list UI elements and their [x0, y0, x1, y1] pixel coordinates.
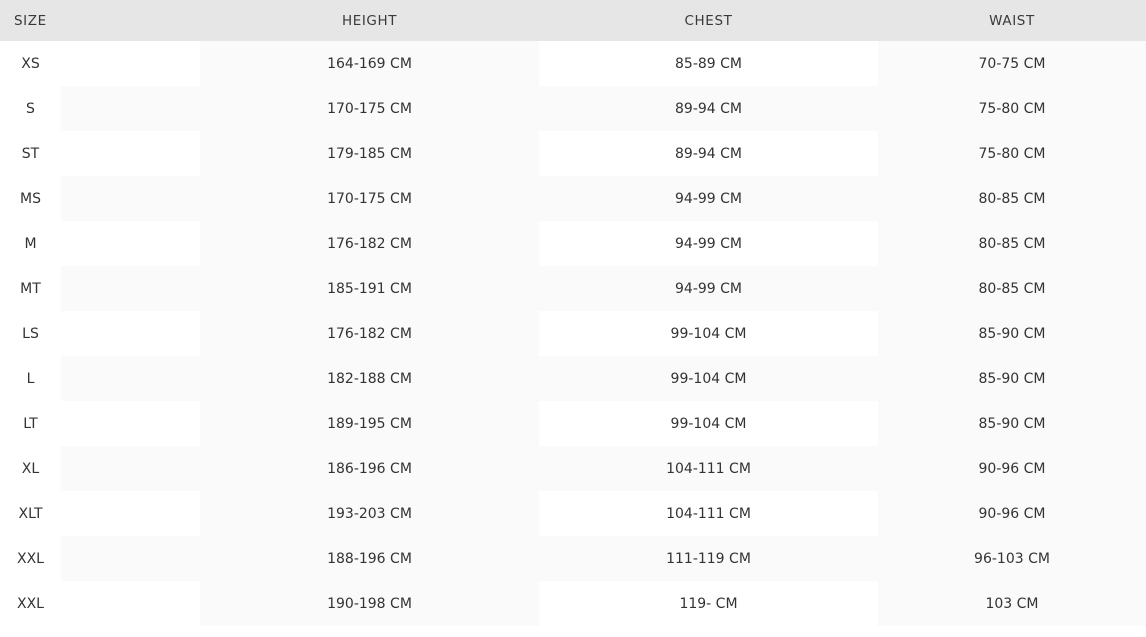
- cell-spacer: [61, 266, 200, 311]
- cell-size: LT: [0, 401, 61, 446]
- header-waist: WAIST: [989, 12, 1035, 29]
- cell-height: 170-175 CM: [200, 86, 539, 131]
- cell-waist: 80-85 CM: [878, 221, 1146, 266]
- cell-size: XLT: [0, 491, 61, 536]
- cell-size: S: [0, 86, 61, 131]
- header-height: HEIGHT: [341, 12, 398, 29]
- cell-spacer: [61, 581, 200, 626]
- table-row: XXL 190-198 CM 119- CM 103 CM: [0, 581, 1146, 626]
- table-row: ST 179-185 CM 89-94 CM 75-80 CM: [0, 131, 1146, 176]
- cell-height: 179-185 CM: [200, 131, 539, 176]
- table-row: XXL 188-196 CM 111-119 CM 96-103 CM: [0, 536, 1146, 581]
- cell-height: 182-188 CM: [200, 356, 539, 401]
- cell-waist: 70-75 CM: [878, 41, 1146, 86]
- cell-height: 176-182 CM: [200, 311, 539, 356]
- cell-height: 189-195 CM: [200, 401, 539, 446]
- cell-height: 176-182 CM: [200, 221, 539, 266]
- table-row: MT 185-191 CM 94-99 CM 80-85 CM: [0, 266, 1146, 311]
- cell-spacer: [61, 536, 200, 581]
- cell-size: XS: [0, 41, 61, 86]
- table-body: XS 164-169 CM 85-89 CM 70-75 CM S 170-175 CM 8…: [0, 41, 1146, 626]
- cell-height: 185-191 CM: [200, 266, 539, 311]
- table-row: L 182-188 CM 99-104 CM 85-90 CM: [0, 356, 1146, 401]
- cell-waist: 96-103 CM: [878, 536, 1146, 581]
- cell-chest: 104-111 CM: [539, 491, 878, 536]
- cell-size: MT: [0, 266, 61, 311]
- table-row: XL 186-196 CM 104-111 CM 90-96 CM: [0, 446, 1146, 491]
- table-row: LT 189-195 CM 99-104 CM 85-90 CM: [0, 401, 1146, 446]
- cell-height: 190-198 CM: [200, 581, 539, 626]
- cell-waist: 75-80 CM: [878, 131, 1146, 176]
- cell-height: 186-196 CM: [200, 446, 539, 491]
- cell-size: M: [0, 221, 61, 266]
- cell-chest: 99-104 CM: [539, 356, 878, 401]
- cell-waist: 90-96 CM: [878, 446, 1146, 491]
- table-row: XS 164-169 CM 85-89 CM 70-75 CM: [0, 41, 1146, 86]
- cell-waist: 80-85 CM: [878, 176, 1146, 221]
- cell-height: 170-175 CM: [200, 176, 539, 221]
- cell-chest: 119- CM: [539, 581, 878, 626]
- cell-spacer: [61, 491, 200, 536]
- table-row: MS 170-175 CM 94-99 CM 80-85 CM: [0, 176, 1146, 221]
- header-size: SIZE: [14, 12, 47, 29]
- cell-waist: 80-85 CM: [878, 266, 1146, 311]
- cell-size: XXL: [0, 536, 61, 581]
- cell-chest: 94-99 CM: [539, 221, 878, 266]
- cell-spacer: [61, 356, 200, 401]
- cell-chest: 99-104 CM: [539, 401, 878, 446]
- cell-height: 188-196 CM: [200, 536, 539, 581]
- cell-spacer: [61, 86, 200, 131]
- cell-height: 193-203 CM: [200, 491, 539, 536]
- cell-chest: 85-89 CM: [539, 41, 878, 86]
- table-row: LS 176-182 CM 99-104 CM 85-90 CM: [0, 311, 1146, 356]
- cell-waist: 103 CM: [878, 581, 1146, 626]
- cell-chest: 89-94 CM: [539, 86, 878, 131]
- cell-chest: 94-99 CM: [539, 176, 878, 221]
- table-row: S 170-175 CM 89-94 CM 75-80 CM: [0, 86, 1146, 131]
- cell-size: XL: [0, 446, 61, 491]
- cell-size: XXL: [0, 581, 61, 626]
- cell-chest: 94-99 CM: [539, 266, 878, 311]
- table-header: SIZE HEIGHT CHEST WAIST: [0, 0, 1146, 41]
- table-row: M 176-182 CM 94-99 CM 80-85 CM: [0, 221, 1146, 266]
- cell-chest: 89-94 CM: [539, 131, 878, 176]
- header-chest: CHEST: [684, 12, 733, 29]
- cell-spacer: [61, 41, 200, 86]
- cell-chest: 111-119 CM: [539, 536, 878, 581]
- table-row: XLT 193-203 CM 104-111 CM 90-96 CM: [0, 491, 1146, 536]
- cell-spacer: [61, 401, 200, 446]
- cell-chest: 99-104 CM: [539, 311, 878, 356]
- cell-spacer: [61, 311, 200, 356]
- cell-waist: 85-90 CM: [878, 356, 1146, 401]
- cell-waist: 85-90 CM: [878, 401, 1146, 446]
- cell-size: MS: [0, 176, 61, 221]
- cell-spacer: [61, 221, 200, 266]
- cell-size: L: [0, 356, 61, 401]
- cell-waist: 75-80 CM: [878, 86, 1146, 131]
- cell-height: 164-169 CM: [200, 41, 539, 86]
- cell-size: ST: [0, 131, 61, 176]
- cell-waist: 90-96 CM: [878, 491, 1146, 536]
- cell-spacer: [61, 131, 200, 176]
- cell-spacer: [61, 446, 200, 491]
- cell-waist: 85-90 CM: [878, 311, 1146, 356]
- cell-chest: 104-111 CM: [539, 446, 878, 491]
- cell-size: LS: [0, 311, 61, 356]
- size-chart-table: SIZE HEIGHT CHEST WAIST XS 164-169 CM 85-8…: [0, 0, 1146, 626]
- cell-spacer: [61, 176, 200, 221]
